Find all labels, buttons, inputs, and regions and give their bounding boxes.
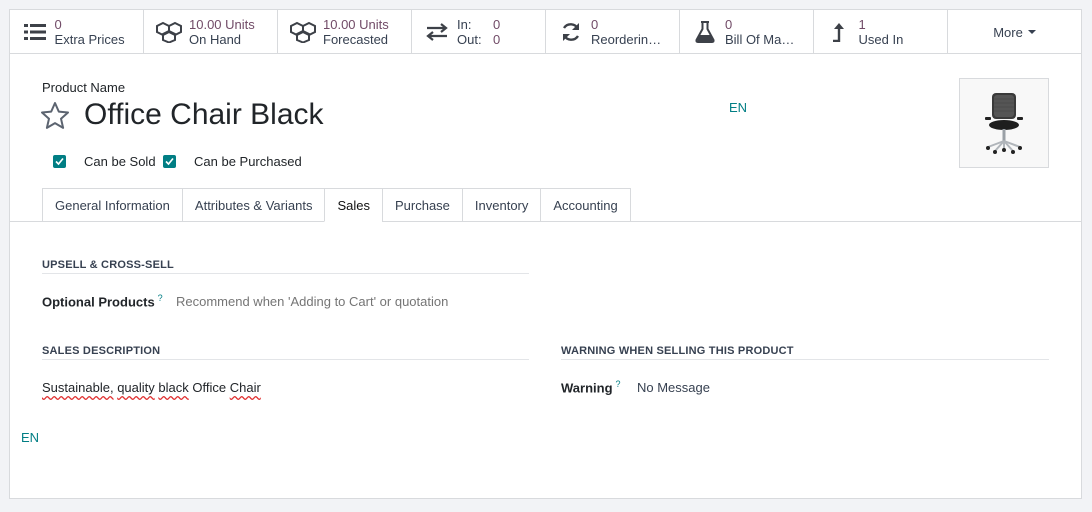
refresh-icon	[558, 19, 584, 45]
tab-general-information[interactable]: General Information	[42, 188, 182, 222]
forecasted-label: Forecasted	[323, 32, 389, 47]
cubes-icon	[290, 19, 316, 45]
check-icon	[55, 157, 64, 166]
warning-label-text: Warning	[561, 380, 613, 396]
optional-products-input[interactable]	[176, 294, 516, 309]
can-be-purchased-label[interactable]: Can be Purchased	[194, 154, 302, 169]
reordering-button[interactable]: 0 Reordering Rules	[546, 10, 680, 54]
caret-down-icon	[1027, 30, 1036, 34]
extra-prices-button[interactable]: 0 Extra Prices	[10, 10, 144, 54]
tab-inventory[interactable]: Inventory	[461, 188, 541, 222]
tab-accounting[interactable]: Accounting	[540, 188, 631, 222]
more-label: More	[993, 24, 1023, 40]
description-word: black	[158, 380, 189, 395]
list-icon	[22, 19, 48, 45]
used-in-value: 1	[858, 17, 866, 32]
sales-description-section-title: SALES DESCRIPTION	[42, 345, 161, 357]
on-hand-value: 10.00 Units	[189, 17, 255, 32]
extra-prices-value: 0	[54, 17, 62, 32]
in-label: In:	[457, 17, 472, 32]
forecasted-button[interactable]: 10.00 Units Forecasted	[278, 10, 412, 54]
section-divider	[561, 359, 1049, 360]
translate-language-button[interactable]: EN	[729, 100, 747, 115]
bom-label: Bill Of Materials	[725, 32, 797, 47]
in-value: 0	[493, 17, 501, 32]
can-be-purchased-row: Can be Purchased	[163, 154, 302, 169]
sales-description-field[interactable]: Sustainable, quality black Office Chair	[42, 380, 261, 395]
out-label: Out:	[457, 32, 482, 47]
tab-purchase[interactable]: Purchase	[381, 188, 462, 222]
more-button[interactable]: More	[948, 10, 1081, 54]
description-word: Sustainable,	[42, 380, 114, 395]
used-in-button[interactable]: 1 Used In	[814, 10, 948, 54]
description-translate-button[interactable]: EN	[21, 430, 39, 445]
star-icon[interactable]	[40, 101, 72, 133]
product-form-sheet: 0 Extra Prices 10.00 Units On Hand 10.00…	[9, 9, 1082, 499]
level-up-icon	[826, 19, 852, 45]
cubes-icon	[156, 19, 182, 45]
can-be-purchased-checkbox[interactable]	[163, 155, 176, 168]
out-value: 0	[493, 32, 501, 47]
optional-products-label: Optional Products?	[42, 293, 163, 309]
exchange-icon	[424, 19, 450, 45]
product-name-label: Product Name	[42, 80, 126, 95]
reordering-value: 0	[591, 17, 599, 32]
description-word: quality	[117, 380, 155, 395]
upsell-section-title: UPSELL & CROSS-SELL	[42, 259, 174, 271]
reordering-label: Reordering Rules	[591, 32, 663, 47]
extra-prices-label: Extra Prices	[54, 32, 125, 47]
help-tooltip-icon[interactable]: ?	[158, 293, 163, 303]
description-word: Chair	[229, 380, 261, 395]
section-divider	[42, 273, 529, 274]
tab-attributes-variants[interactable]: Attributes & Variants	[181, 188, 325, 222]
check-icon	[165, 157, 174, 166]
description-word: Office	[192, 380, 227, 395]
can-be-sold-checkbox[interactable]	[53, 155, 66, 168]
office-chair-image	[985, 93, 1023, 154]
can-be-sold-row: Can be Sold	[53, 154, 156, 169]
warning-select[interactable]: No Message	[637, 380, 710, 395]
tab-sales[interactable]: Sales	[324, 188, 382, 222]
on-hand-button[interactable]: 10.00 Units On Hand	[144, 10, 278, 54]
forecasted-value: 10.00 Units	[323, 17, 389, 32]
product-name-field[interactable]: Office Chair Black	[84, 98, 324, 132]
warning-section-title: WARNING WHEN SELLING THIS PRODUCT	[561, 345, 794, 357]
bom-button[interactable]: 0 Bill Of Materials	[680, 10, 814, 54]
bom-value: 0	[725, 17, 733, 32]
notebook-tabs: General Information Attributes & Variant…	[42, 188, 631, 222]
smart-button-bar: 0 Extra Prices 10.00 Units On Hand 10.00…	[10, 10, 1081, 54]
help-tooltip-icon[interactable]: ?	[616, 379, 621, 389]
used-in-label: Used In	[858, 32, 904, 47]
can-be-sold-label[interactable]: Can be Sold	[84, 154, 156, 169]
on-hand-label: On Hand	[189, 32, 242, 47]
section-divider	[42, 359, 529, 360]
optional-products-label-text: Optional Products	[42, 294, 155, 310]
flask-icon	[692, 19, 718, 45]
product-image[interactable]	[959, 78, 1049, 168]
in-out-button[interactable]: In: 0 Out: 0	[412, 10, 546, 54]
warning-label: Warning?	[561, 379, 621, 395]
